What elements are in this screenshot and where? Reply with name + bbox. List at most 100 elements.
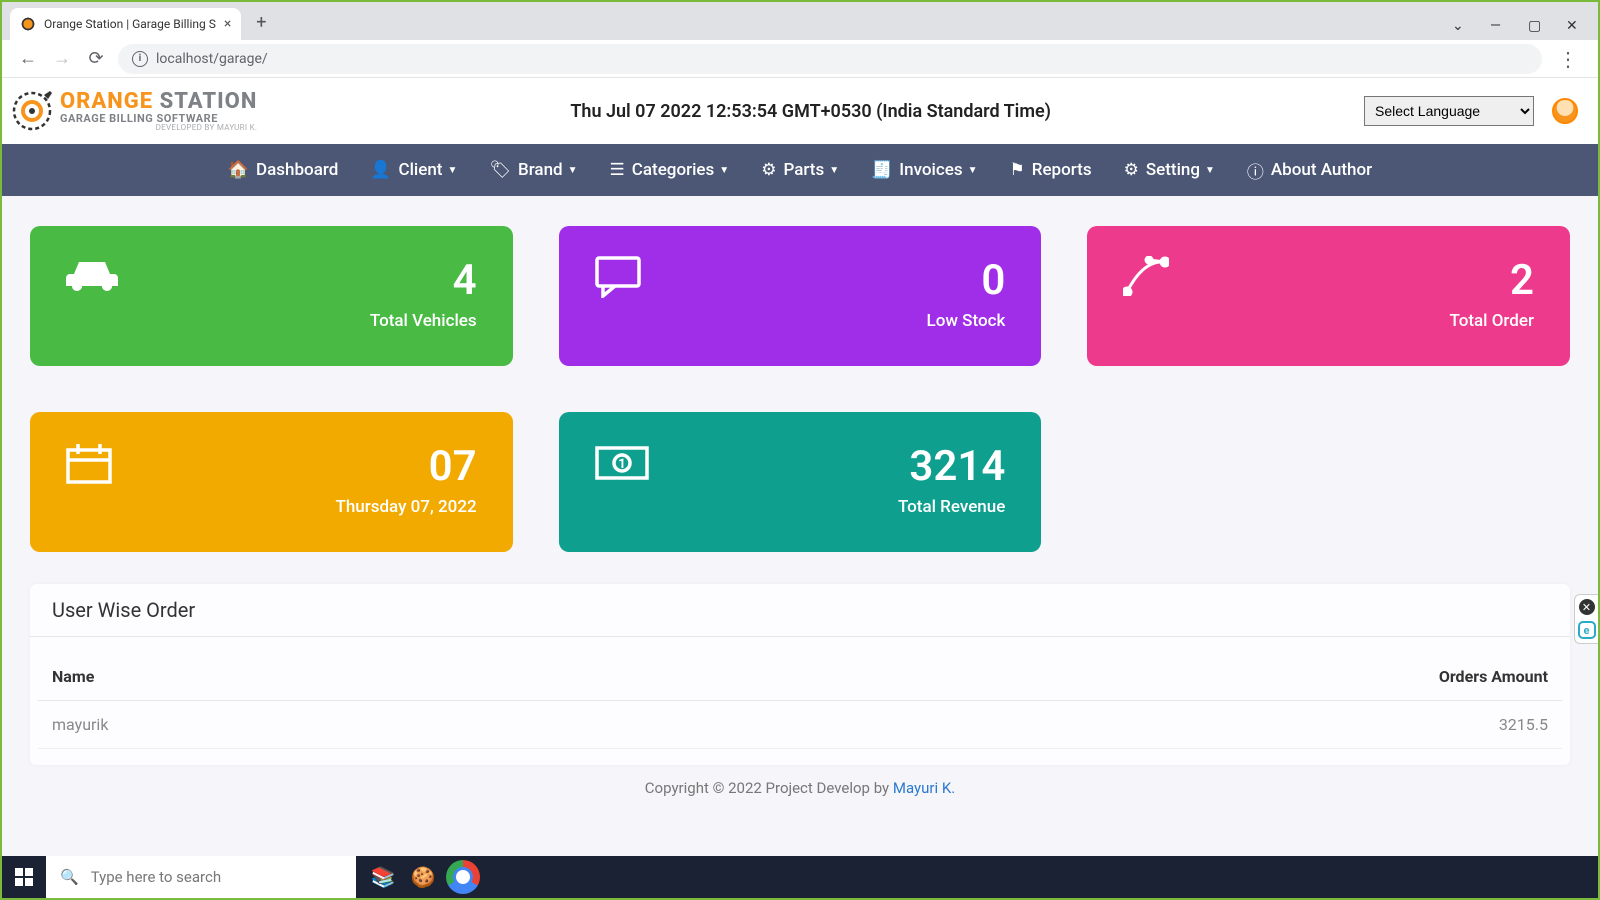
- car-icon: [66, 256, 118, 307]
- user-wise-order-panel: User Wise Order Name Orders Amount mayur…: [30, 584, 1570, 765]
- card-label: Thursday 07, 2022: [335, 497, 476, 517]
- card-value: 3214: [898, 442, 1005, 491]
- card-value: 07: [335, 442, 476, 491]
- col-amount: Orders Amount: [1388, 667, 1548, 686]
- chat-icon: [595, 256, 641, 309]
- panel-title: User Wise Order: [30, 584, 1570, 637]
- nav-client[interactable]: 👤 Client ▼: [370, 160, 457, 180]
- logo-text-orange: ORANGE: [60, 89, 153, 114]
- widget-e-icon[interactable]: e: [1578, 621, 1596, 639]
- logo-subtitle: GARAGE BILLING SOFTWARE: [60, 113, 257, 124]
- reload-button[interactable]: ⟳: [84, 48, 108, 69]
- forward-button[interactable]: →: [50, 48, 74, 69]
- taskbar-search[interactable]: 🔍 Type here to search: [46, 856, 356, 898]
- datetime-display: Thu Jul 07 2022 12:53:54 GMT+0530 (India…: [257, 101, 1364, 122]
- user-icon: 👤: [370, 160, 391, 180]
- card-label: Total Order: [1449, 311, 1534, 331]
- user-avatar[interactable]: [1552, 98, 1578, 124]
- tag-icon: 🏷: [489, 160, 511, 180]
- side-widget[interactable]: ✕ e: [1574, 594, 1598, 644]
- chevron-down-icon: ▼: [1205, 165, 1215, 176]
- info-icon: ⓘ: [1247, 158, 1264, 183]
- nav-parts[interactable]: ⚙ Parts ▼: [761, 160, 839, 180]
- page-content: 4 Total Vehicles 0 Low Stock 2 Total Ord…: [2, 196, 1598, 856]
- card-date[interactable]: 07 Thursday 07, 2022: [30, 412, 513, 552]
- nav-dashboard[interactable]: 🏠 Dashboard: [228, 160, 338, 180]
- chevron-down-icon: ▼: [829, 165, 839, 176]
- logo-text-station: STATION: [153, 89, 257, 114]
- url-text: localhost/garage/: [156, 51, 268, 67]
- dropdown-icon[interactable]: ⌄: [1452, 18, 1466, 32]
- main-nav: 🏠 Dashboard 👤 Client ▼ 🏷 Brand ▼ ☰ Categ…: [2, 144, 1598, 196]
- nav-brand[interactable]: 🏷 Brand ▼: [489, 160, 577, 180]
- nav-about-label: About Author: [1271, 160, 1372, 180]
- card-value: 4: [370, 256, 477, 305]
- footer-text: Copyright © 2022 Project Develop by: [645, 779, 893, 797]
- bezier-icon: [1123, 256, 1169, 307]
- table-header-row: Name Orders Amount: [38, 653, 1562, 701]
- nav-about[interactable]: ⓘ About Author: [1247, 158, 1372, 183]
- nav-categories-label: Categories: [632, 160, 715, 180]
- cell-name: mayurik: [52, 715, 1388, 734]
- taskbar-chrome[interactable]: [446, 860, 480, 894]
- new-tab-button[interactable]: +: [247, 8, 275, 36]
- footer-author-link[interactable]: Mayuri K.: [893, 779, 955, 797]
- tab-title: Orange Station | Garage Billing S: [44, 17, 216, 31]
- settings-icon: ⚙: [1124, 160, 1139, 180]
- language-select[interactable]: Select Language: [1364, 96, 1534, 126]
- nav-setting-label: Setting: [1146, 160, 1200, 180]
- search-placeholder: Type here to search: [91, 868, 221, 886]
- maximize-icon[interactable]: ▢: [1528, 18, 1542, 32]
- close-window-icon[interactable]: ✕: [1566, 18, 1580, 32]
- chevron-down-icon: ▼: [447, 165, 457, 176]
- list-icon: ☰: [610, 160, 625, 180]
- chevron-down-icon: ▼: [719, 165, 729, 176]
- windows-taskbar: 🔍 Type here to search 📚 🍪: [2, 856, 1598, 898]
- logo-icon: [8, 87, 56, 135]
- site-info-icon[interactable]: i: [132, 51, 148, 67]
- gear-icon: ⚙: [761, 160, 776, 180]
- chevron-down-icon: ▼: [568, 165, 578, 176]
- browser-address-bar: ← → ⟳ i localhost/garage/ ⋮: [2, 40, 1598, 78]
- card-total-order[interactable]: 2 Total Order: [1087, 226, 1570, 366]
- widget-close-icon[interactable]: ✕: [1579, 599, 1595, 615]
- card-value: 0: [927, 256, 1006, 305]
- calendar-icon: [66, 442, 112, 495]
- card-label: Total Revenue: [898, 497, 1005, 517]
- invoice-icon: 🧾: [871, 160, 892, 180]
- nav-setting[interactable]: ⚙ Setting ▼: [1124, 160, 1215, 180]
- page-footer: Copyright © 2022 Project Develop by Mayu…: [30, 765, 1570, 811]
- taskbar-app-1[interactable]: 📚: [366, 860, 400, 894]
- dashboard-icon: 🏠: [228, 160, 249, 180]
- money-icon: 1: [595, 442, 649, 491]
- card-label: Low Stock: [927, 311, 1006, 331]
- table-row: mayurik 3215.5: [38, 701, 1562, 749]
- tab-close-icon[interactable]: ×: [224, 16, 231, 32]
- chevron-down-icon: ▼: [968, 165, 978, 176]
- nav-categories[interactable]: ☰ Categories ▼: [610, 160, 730, 180]
- taskbar-app-2[interactable]: 🍪: [406, 860, 440, 894]
- card-low-stock[interactable]: 0 Low Stock: [559, 226, 1042, 366]
- card-value: 2: [1449, 256, 1534, 305]
- browser-tab-bar: Orange Station | Garage Billing S × + ⌄ …: [2, 2, 1598, 40]
- cell-amount: 3215.5: [1388, 715, 1548, 734]
- logo[interactable]: ORANGE STATION GARAGE BILLING SOFTWARE D…: [8, 87, 257, 135]
- browser-menu-icon[interactable]: ⋮: [1552, 47, 1584, 71]
- nav-invoices-label: Invoices: [899, 160, 962, 180]
- back-button[interactable]: ←: [16, 48, 40, 69]
- nav-dashboard-label: Dashboard: [256, 160, 338, 180]
- url-bar[interactable]: i localhost/garage/: [118, 44, 1542, 74]
- nav-reports-label: Reports: [1032, 160, 1092, 180]
- nav-reports[interactable]: ⚑ Reports: [1010, 160, 1092, 180]
- start-button[interactable]: [2, 856, 46, 898]
- minimize-icon[interactable]: —: [1490, 18, 1504, 32]
- col-name: Name: [52, 667, 1388, 686]
- browser-tab[interactable]: Orange Station | Garage Billing S ×: [10, 8, 241, 40]
- card-total-vehicles[interactable]: 4 Total Vehicles: [30, 226, 513, 366]
- nav-parts-label: Parts: [783, 160, 824, 180]
- logo-byline: DEVELOPED BY MAYURI K.: [60, 124, 257, 132]
- favicon-icon: [20, 16, 36, 32]
- nav-invoices[interactable]: 🧾 Invoices ▼: [871, 160, 977, 180]
- card-total-revenue[interactable]: 1 3214 Total Revenue: [559, 412, 1042, 552]
- nav-client-label: Client: [398, 160, 442, 180]
